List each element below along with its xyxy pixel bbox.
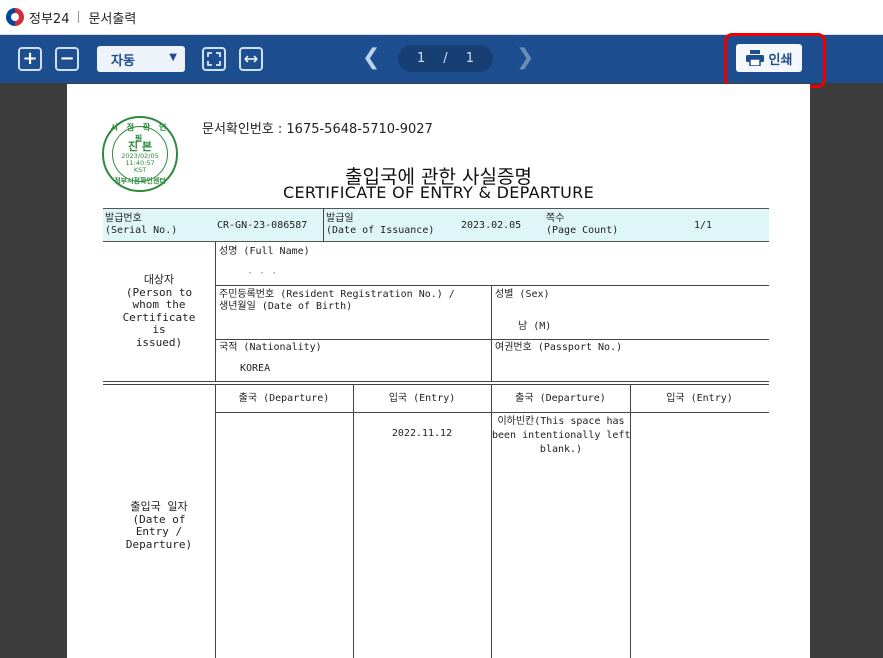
serial-number-value: CR-GN-23-086587 [217,220,308,231]
divider [630,384,631,658]
zoom-select-value: 자동 [111,53,135,69]
passport-number-label: 여권번호 (Passport No.) [495,342,623,353]
entry-date-cell: 2022.11.12 [391,428,453,439]
name-value: · · · [247,268,278,279]
chevron-left-icon: ❮ [362,45,381,70]
minus-icon: − [59,48,75,69]
title-bar: 정부24 문서출력 [0,0,883,35]
document-title-english: CERTIFICATE OF ENTRY & DEPARTURE [282,183,594,202]
chevron-right-icon: ❯ [516,45,535,70]
app-name: 정부24 [29,11,70,27]
divider [353,384,354,658]
zoom-out-button[interactable]: − [55,47,79,71]
print-button-label: 인쇄 [768,52,793,68]
zoom-in-button[interactable]: + [18,47,42,71]
sex-label: 성별 (Sex) [495,289,550,300]
print-button[interactable]: 인쇄 [736,44,802,72]
sex-value: 남 (M) [518,321,552,332]
prev-page-button[interactable]: ❮ [362,45,380,70]
divider [215,412,769,413]
blank-space-note: 이하빈칸(This space has been intentionally l… [492,416,631,455]
serial-info-row [103,208,769,242]
issue-date-label: 발급일 (Date of Issuance) [326,213,435,236]
departure-column-header-1: 출국 (Departure) [238,393,330,404]
serial-number-label: 발급번호 (Serial No.) [105,213,178,236]
resident-registration-label: 주민등록번호 (Resident Registration No.) / 생년월… [219,289,455,312]
divider [103,384,769,385]
chevron-down-icon: ▼ [169,52,177,63]
fit-page-icon [207,52,221,66]
departure-column-header-2: 출국 (Departure) [515,393,606,404]
window-title: 문서출력 [88,11,137,27]
next-page-button[interactable]: ❯ [516,45,534,70]
nationality-value: KOREA [240,363,271,374]
name-label: 성명 (Full Name) [219,246,310,257]
fit-width-icon [244,55,258,63]
divider [215,242,216,382]
document-confirmation-number: 문서확인번호 : 1675-5648-5710-9027 [202,122,433,137]
divider [215,384,216,658]
divider [103,381,769,382]
page-count-label: 쪽수 (Page Count) [546,213,619,236]
plus-icon: + [22,48,38,69]
nationality-label: 국적 (Nationality) [219,342,322,353]
fit-width-button[interactable] [239,47,263,71]
divider [323,208,324,242]
fit-page-button[interactable] [202,47,226,71]
zoom-select[interactable]: 자동 ▼ [97,46,185,72]
divider [215,339,769,340]
current-page-number[interactable]: 1 [417,51,425,66]
divider [491,285,492,382]
total-page-count: 1 [465,51,474,66]
page-count-value: 1/1 [694,220,713,231]
entry-departure-dates-label: 출입국 일자 (Date of Entry / Departure) [125,500,193,551]
page-indicator: 1 / 1 [398,45,493,72]
entry-column-header-2: 입국 (Entry) [666,393,733,404]
document-page: 시 점 확 인 필 진 본 2023/02/05 11:40:57 KST 정부… [67,84,810,658]
printer-icon [745,50,764,66]
title-separator [78,11,80,23]
entry-column-header-1: 입국 (Entry) [388,393,456,404]
page-separator: / [443,51,448,66]
gov24-logo-icon [6,8,24,26]
issue-date-value: 2023.02.05 [461,220,522,231]
subject-label: 대상자 (Person to whom the Certificate is i… [122,273,196,349]
divider [215,285,769,286]
